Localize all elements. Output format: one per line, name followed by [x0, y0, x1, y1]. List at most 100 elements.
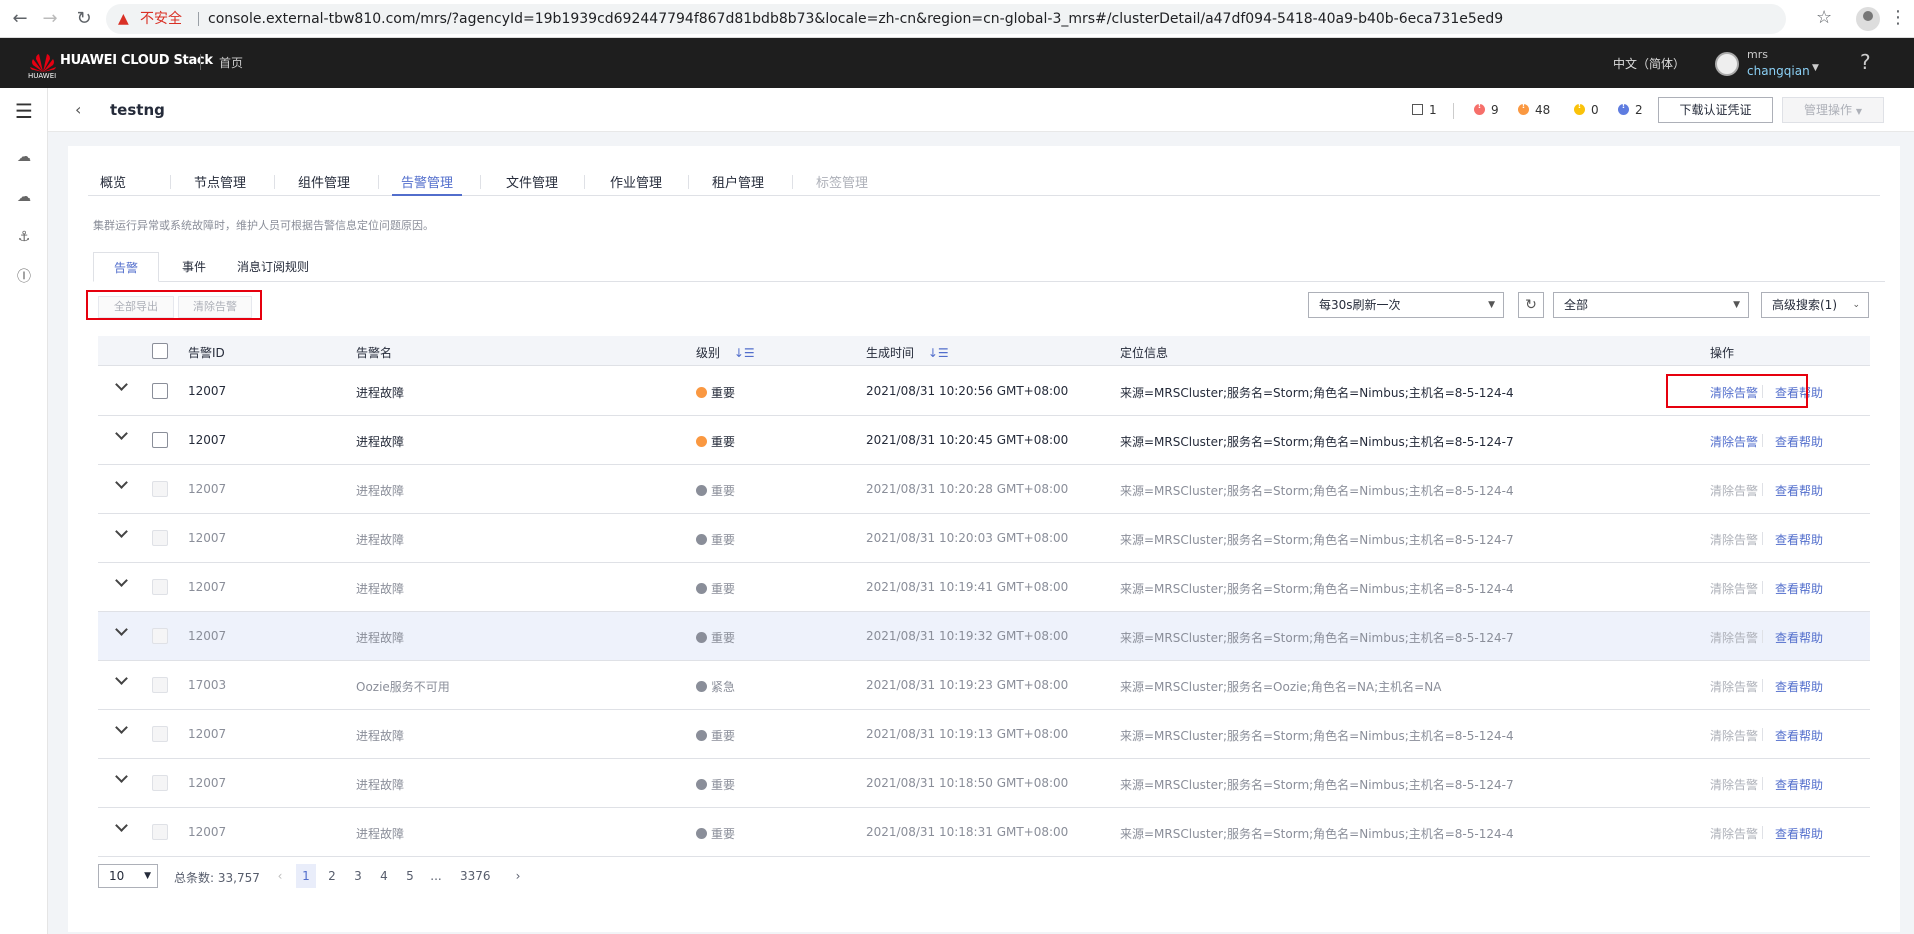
- chevron-down-icon[interactable]: ▼: [1812, 63, 1819, 73]
- user-avatar[interactable]: [1715, 52, 1739, 76]
- export-all-button[interactable]: 全部导出: [98, 296, 174, 318]
- back-arrow-icon[interactable]: ←: [8, 7, 32, 31]
- tab-divider: [480, 175, 481, 189]
- clear-alarm-link: 清除告警: [1710, 827, 1759, 841]
- page-4[interactable]: 4: [374, 864, 394, 888]
- table-row[interactable]: 12007 进程故障 重要 2021/08/31 10:20:03 GMT+08:00…: [98, 514, 1870, 563]
- subtab-events[interactable]: 事件: [169, 252, 219, 282]
- forward-arrow-icon[interactable]: →: [38, 7, 62, 31]
- advanced-search-button[interactable]: 高级搜索(1) ⌄: [1761, 292, 1869, 318]
- refresh-interval-select[interactable]: 每30s刷新一次 ▼: [1308, 292, 1504, 318]
- table-row[interactable]: 12007 进程故障 重要 2021/08/31 10:18:31 GMT+08:00…: [98, 808, 1870, 857]
- action-divider: [1762, 532, 1763, 545]
- view-help-link[interactable]: 查看帮助: [1775, 580, 1823, 597]
- language-selector[interactable]: 中文（简体）: [1613, 55, 1685, 72]
- reload-icon[interactable]: ↻: [72, 7, 96, 31]
- subtab-alarms[interactable]: 告警: [93, 252, 159, 282]
- warning-alarm-count[interactable]: 2: [1618, 101, 1643, 117]
- expand-chevron-icon[interactable]: [115, 821, 129, 835]
- view-help-link[interactable]: 查看帮助: [1775, 629, 1823, 646]
- tab-files[interactable]: 文件管理: [506, 172, 558, 196]
- view-help-link[interactable]: 查看帮助: [1775, 825, 1823, 842]
- table-row[interactable]: 12007 进程故障 重要 2021/08/31 10:19:32 GMT+08:00…: [98, 612, 1870, 661]
- tab-overview[interactable]: 概览: [100, 172, 126, 196]
- alarm-location: 来源=MRSCluster;服务名=Storm;角色名=Nimbus;主机名=8…: [1120, 827, 1514, 841]
- expand-chevron-icon[interactable]: [115, 478, 129, 492]
- download-credentials-button[interactable]: 下载认证凭证: [1658, 97, 1773, 123]
- prev-page-button[interactable]: ‹: [270, 864, 290, 888]
- address-bar[interactable]: ▲ 不安全 console.external-tbw810.com/mrs/?a…: [106, 4, 1786, 34]
- view-help-link[interactable]: 查看帮助: [1775, 433, 1823, 450]
- table-row[interactable]: 12007 进程故障 重要 2021/08/31 10:19:41 GMT+08:00…: [98, 563, 1870, 612]
- expand-chevron-icon[interactable]: [115, 625, 129, 639]
- hamburger-menu-icon[interactable]: ☰: [13, 100, 35, 122]
- sort-icon[interactable]: ↓☰: [928, 346, 949, 360]
- sort-icon[interactable]: ↓☰: [734, 346, 755, 360]
- page-size-select[interactable]: 10 ▼: [98, 864, 158, 888]
- view-help-link[interactable]: 查看帮助: [1775, 727, 1823, 744]
- expand-chevron-icon[interactable]: [115, 772, 129, 786]
- network-icon[interactable]: ⚓: [13, 226, 35, 248]
- alarm-level-label: 重要: [711, 435, 736, 449]
- filter-select[interactable]: 全部 ▼: [1553, 292, 1749, 318]
- view-help-link[interactable]: 查看帮助: [1775, 531, 1823, 548]
- back-chevron-icon[interactable]: ‹: [75, 100, 81, 119]
- expand-chevron-icon[interactable]: [115, 674, 129, 688]
- page-3[interactable]: 3: [348, 864, 368, 888]
- subtab-subscription-rules[interactable]: 消息订阅规则: [223, 252, 323, 282]
- expand-chevron-icon[interactable]: [115, 380, 129, 394]
- home-link[interactable]: 首页: [219, 54, 243, 71]
- table-row[interactable]: 17003 Oozie服务不可用 紧急 2021/08/31 10:19:23 GMT…: [98, 661, 1870, 710]
- total-count: 总条数: 33,757: [174, 871, 260, 885]
- expand-chevron-icon[interactable]: [115, 576, 129, 590]
- tab-nodes[interactable]: 节点管理: [194, 172, 246, 196]
- manage-operations-button[interactable]: 管理操作 ▼: [1782, 97, 1884, 123]
- alarm-level: 重要: [696, 825, 735, 842]
- view-help-link[interactable]: 查看帮助: [1775, 482, 1823, 499]
- critical-alarm-count[interactable]: 9: [1474, 101, 1499, 117]
- view-help-link[interactable]: 查看帮助: [1775, 678, 1823, 695]
- host-count[interactable]: 1: [1412, 103, 1437, 117]
- bookmark-star-icon[interactable]: ☆: [1816, 7, 1832, 28]
- minor-alarm-count[interactable]: 0: [1574, 101, 1599, 117]
- page-ellipsis[interactable]: ...: [426, 864, 446, 888]
- clear-alarm-button[interactable]: 清除告警: [178, 296, 252, 318]
- profile-icon[interactable]: [1856, 7, 1880, 31]
- page-1[interactable]: 1: [296, 864, 316, 888]
- page-2[interactable]: 2: [322, 864, 342, 888]
- table-row[interactable]: 12007 进程故障 重要 2021/08/31 10:20:45 GMT+08:00…: [98, 416, 1870, 465]
- clear-alarm-link[interactable]: 清除告警: [1710, 433, 1758, 450]
- tab-tenants[interactable]: 租户管理: [712, 172, 764, 196]
- table-row[interactable]: 12007 进程故障 重要 2021/08/31 10:19:13 GMT+08:00…: [98, 710, 1870, 759]
- cloud-icon[interactable]: ☁: [13, 186, 35, 208]
- alarm-time: 2021/08/31 10:19:32 GMT+08:00: [866, 629, 1069, 643]
- view-help-link[interactable]: 查看帮助: [1775, 776, 1823, 793]
- tab-alarms[interactable]: 告警管理: [392, 172, 462, 196]
- page-5[interactable]: 5: [400, 864, 420, 888]
- user-account[interactable]: mrs: [1747, 48, 1768, 61]
- table-row[interactable]: 12007 进程故障 重要 2021/08/31 10:20:28 GMT+08:00…: [98, 465, 1870, 514]
- more-menu-icon[interactable]: ⋮: [1889, 7, 1907, 28]
- expand-chevron-icon[interactable]: [115, 723, 129, 737]
- table-row[interactable]: 12007 进程故障 重要 2021/08/31 10:18:50 GMT+08:00…: [98, 759, 1870, 808]
- help-icon[interactable]: ?: [1860, 50, 1871, 74]
- refresh-icon[interactable]: ↻: [1518, 292, 1544, 318]
- column-level[interactable]: 级别 ↓☰: [696, 344, 755, 361]
- expand-chevron-icon[interactable]: [115, 429, 129, 443]
- ip-icon[interactable]: Ⓘ: [13, 266, 35, 288]
- next-page-button[interactable]: ›: [508, 864, 528, 888]
- user-name[interactable]: changqian: [1747, 64, 1810, 78]
- select-all-checkbox[interactable]: [152, 343, 168, 359]
- browser-toolbar: ← → ↻ ▲ 不安全 console.external-tbw810.com/…: [0, 0, 1914, 38]
- level-icon: [696, 681, 707, 692]
- cloud-server-icon[interactable]: ☁: [13, 146, 35, 168]
- tab-components[interactable]: 组件管理: [298, 172, 350, 196]
- page-last[interactable]: 3376: [460, 864, 491, 888]
- row-checkbox[interactable]: [152, 383, 168, 399]
- row-checkbox[interactable]: [152, 432, 168, 448]
- major-alarm-count[interactable]: 48: [1518, 101, 1550, 117]
- column-time[interactable]: 生成时间 ↓☰: [866, 344, 949, 361]
- table-row[interactable]: 12007 进程故障 重要 2021/08/31 10:20:56 GMT+08:00…: [98, 367, 1870, 416]
- tab-jobs[interactable]: 作业管理: [610, 172, 662, 196]
- expand-chevron-icon[interactable]: [115, 527, 129, 541]
